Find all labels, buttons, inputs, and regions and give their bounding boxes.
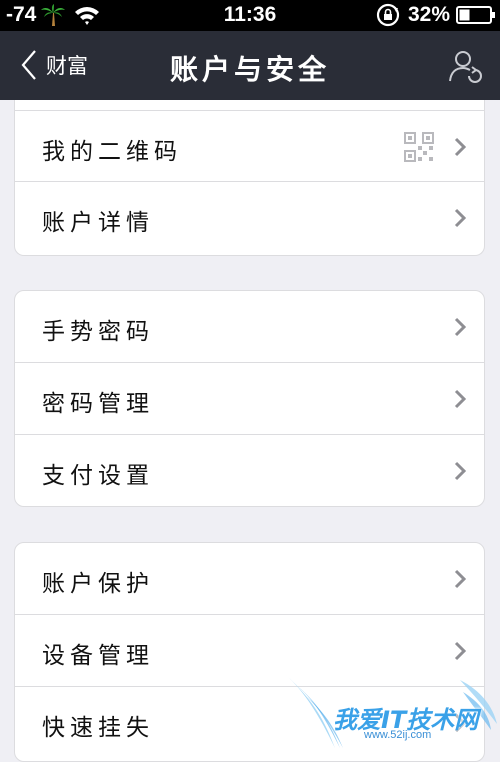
list-item-label: 快速挂失 [42,715,154,741]
battery-percent: 32% [407,3,450,26]
list-item-my-qr-code[interactable]: 我的二维码 [15,110,484,182]
list-item-label: 账户保护 [42,571,154,597]
chevron-right-icon [454,569,466,589]
chevron-right-icon [454,461,466,481]
list-item-label: 密码管理 [42,391,154,417]
list-item-label: 账户详情 [42,210,154,236]
user-sync-icon[interactable] [448,48,484,84]
list-item-password-management[interactable]: 密码管理 [15,363,484,435]
chevron-right-icon [454,317,466,337]
settings-group-password: 手势密码 密码管理 支付设置 [14,290,485,507]
watermark-url: www.52ij.com [364,729,432,741]
chevron-right-icon [454,641,466,661]
list-item-gesture-password[interactable]: 手势密码 [15,291,484,363]
chevron-right-icon [454,389,466,409]
list-item-account-protection[interactable]: 账户保护 [15,543,484,615]
list-item-account-details[interactable]: 账户详情 [15,182,484,254]
rotation-lock-icon [376,3,400,27]
list-item-label: 支付设置 [42,463,154,489]
settings-group-identity: 我的二维码 账户详情 [14,100,485,256]
status-right: 32% [376,3,496,27]
navigation-bar: 财富 账户与安全 [0,31,500,100]
page-title: 账户与安全 [169,53,330,86]
status-bar: -74 11:36 32% [0,0,500,31]
chevron-right-icon [454,137,466,157]
list-item-payment-settings[interactable]: 支付设置 [15,435,484,506]
list-item-label: 手势密码 [42,319,154,345]
qr-code-icon [404,132,434,162]
list-item-label: 我的二维码 [42,139,182,165]
list-item-label: 设备管理 [42,643,154,669]
battery-icon [456,6,495,24]
chevron-right-icon [454,208,466,228]
